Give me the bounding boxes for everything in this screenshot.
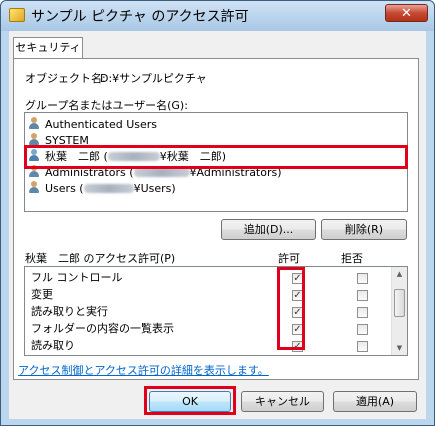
cancel-button[interactable]: キャンセル <box>241 391 324 412</box>
group-icon <box>28 181 41 194</box>
deny-checkbox[interactable] <box>357 273 368 284</box>
close-button[interactable]: ✕ <box>385 4 428 22</box>
deny-checkbox[interactable] <box>357 290 368 301</box>
scroll-up-icon[interactable]: ▲ <box>392 267 407 281</box>
remove-button[interactable]: 削除(R) <box>321 219 407 240</box>
window-title: サンプル ピクチャ のアクセス許可 <box>31 9 249 25</box>
permission-row-label: フォルダーの内容の一覧表示 <box>31 322 174 335</box>
group-icon <box>28 117 41 130</box>
groups-label: グループ名またはユーザー名(G): <box>25 99 188 112</box>
object-name-value: D:¥サンプルピクチャ <box>100 72 207 85</box>
deny-checkbox[interactable] <box>357 307 368 318</box>
deny-header: 拒否 <box>341 252 363 265</box>
permissions-dialog: サンプル ピクチャ のアクセス許可 ✕ セキュリティ オブジェクト名: D:¥サ… <box>0 0 435 426</box>
redacted-computer-name <box>83 184 134 193</box>
permission-row-label: 読み取りと実行 <box>31 305 108 318</box>
tab-security[interactable]: セキュリティ <box>13 37 83 59</box>
highlight-allow-column <box>277 267 305 350</box>
list-item-label: Users ( <box>45 182 84 195</box>
deny-checkbox[interactable] <box>357 341 368 352</box>
list-item-label-suffix: ¥Users) <box>133 182 176 195</box>
permission-row-label: 読み取り <box>31 339 75 352</box>
add-button[interactable]: 追加(D)... <box>221 219 316 240</box>
ok-button[interactable]: OK <box>149 391 231 412</box>
scroll-down-icon[interactable]: ▼ <box>392 341 407 355</box>
permissions-scrollbar[interactable]: ▲ ▼ <box>391 267 407 355</box>
permission-row-label: フル コントロール <box>31 271 123 284</box>
security-panel: オブジェクト名: D:¥サンプルピクチャ グループ名またはユーザー名(G): A… <box>13 58 419 380</box>
apply-button[interactable]: 適用(A) <box>333 391 417 412</box>
folder-icon <box>9 8 25 22</box>
scroll-thumb[interactable] <box>394 289 405 317</box>
permissions-label: 秋葉 二郎 のアクセス許可(P) <box>25 252 176 265</box>
title-bar[interactable]: サンプル ピクチャ のアクセス許可 ✕ <box>1 1 434 31</box>
highlight-selected-user <box>24 145 408 169</box>
permissions-list: フル コントロール 変更 読み取りと実行 フォルダーの内容の一覧表示 読み取り … <box>24 266 408 356</box>
list-item-label: Authenticated Users <box>45 118 158 131</box>
list-item[interactable]: Authenticated Users <box>28 117 157 133</box>
list-item[interactable]: Users ( ¥Users) <box>28 181 176 197</box>
redacted-computer-name <box>133 168 190 177</box>
allow-header: 許可 <box>278 252 300 265</box>
object-name-label: オブジェクト名: <box>25 72 106 85</box>
dialog-content: セキュリティ オブジェクト名: D:¥サンプルピクチャ グループ名またはユーザー… <box>9 31 426 419</box>
deny-checkbox[interactable] <box>357 324 368 335</box>
permission-row-label: 変更 <box>31 288 53 301</box>
permissions-help-link[interactable]: アクセス制御とアクセス許可の詳細を表示します。 <box>18 362 269 378</box>
